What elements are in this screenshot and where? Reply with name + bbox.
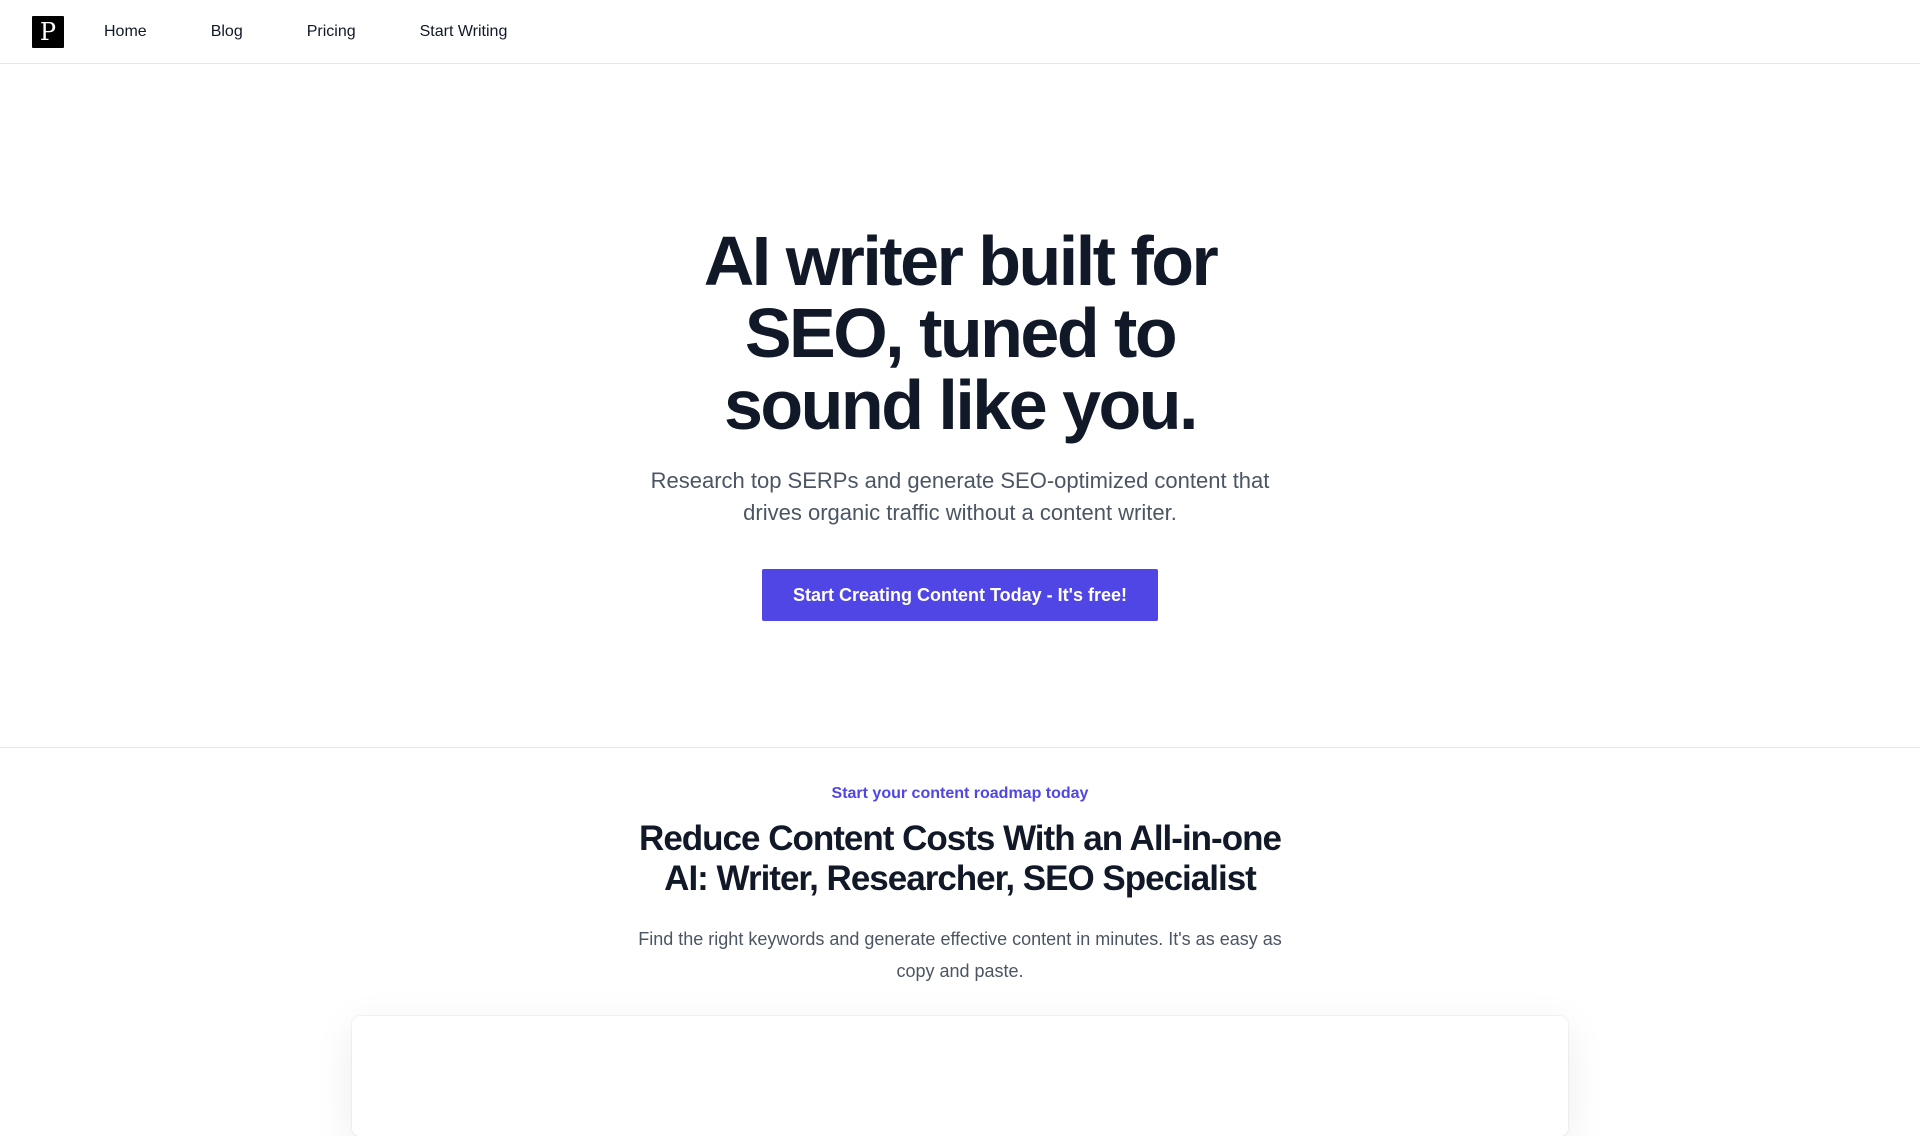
feature-preview-card: [352, 1016, 1568, 1136]
section-title: Reduce Content Costs With an All-in-one …: [639, 819, 1282, 898]
section-eyebrow: Start your content roadmap today: [831, 785, 1089, 802]
nav-link-blog[interactable]: Blog: [211, 23, 243, 41]
hero-subtitle: Research top SERPs and generate SEO-opti…: [650, 468, 1270, 525]
section-subtitle: Find the right keywords and generate eff…: [638, 929, 1282, 981]
hero-section: AI writer built for SEO, tuned to sound …: [0, 65, 1920, 748]
hero-title: AI writer built for SEO, tuned to sound …: [703, 222, 1219, 444]
nav-link-pricing[interactable]: Pricing: [307, 23, 356, 41]
brand-logo-letter: P: [39, 17, 57, 46]
nav-links: Home Blog Pricing Start Writing: [104, 23, 571, 41]
start-creating-content-button[interactable]: Start Creating Content Today - It's free…: [762, 569, 1158, 621]
nav-link-home[interactable]: Home: [104, 23, 147, 41]
nav-link-start-writing[interactable]: Start Writing: [420, 23, 508, 41]
top-nav: P Home Blog Pricing Start Writing: [0, 0, 1920, 64]
features-section: Start your content roadmap today Reduce …: [0, 749, 1920, 1136]
brand-logo[interactable]: P: [32, 15, 64, 48]
